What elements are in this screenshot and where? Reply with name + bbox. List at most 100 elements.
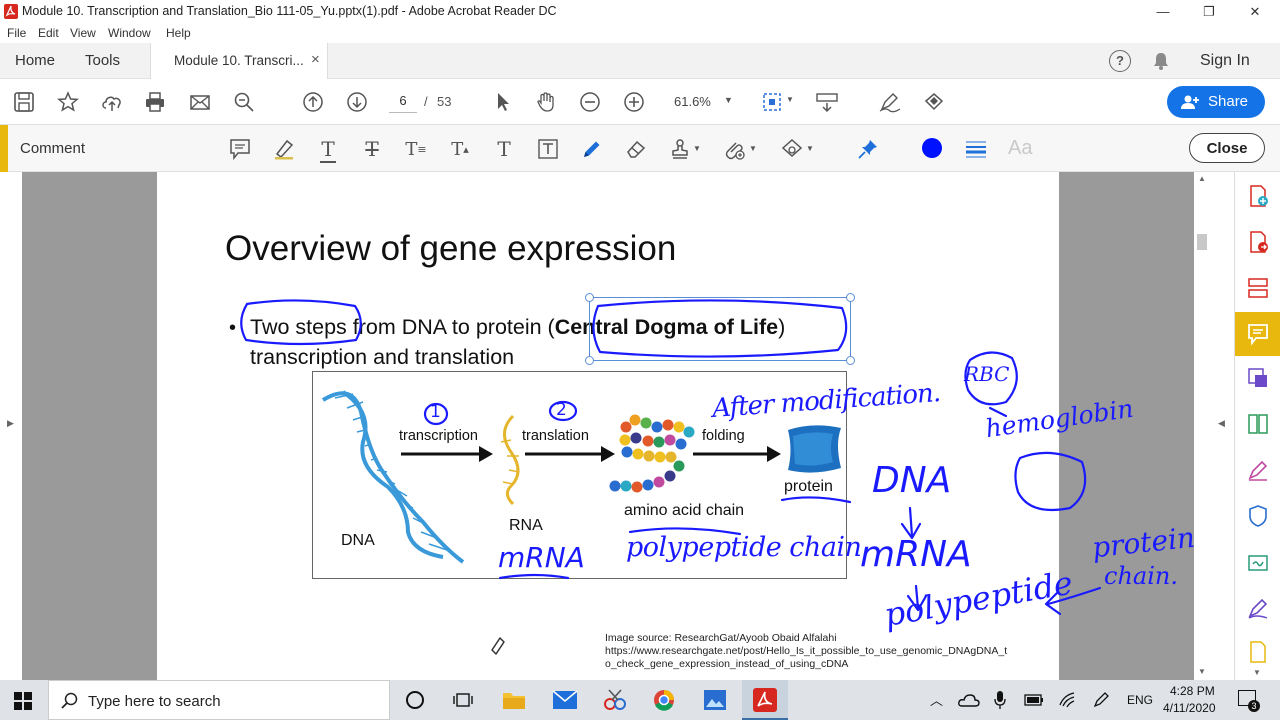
tab-close-icon[interactable]: × <box>311 51 320 68</box>
taskbar-search-box[interactable]: Type here to search <box>48 680 390 720</box>
scroll-down-icon[interactable]: ▼ <box>1198 667 1206 676</box>
shapes-icon[interactable] <box>780 137 804 161</box>
sign-in-link[interactable]: Sign In <box>1200 43 1250 79</box>
tab-tools[interactable]: Tools <box>85 43 120 79</box>
line-thickness-icon[interactable] <box>964 137 988 161</box>
attach-dropdown-icon[interactable]: ▼ <box>749 144 757 153</box>
create-pdf-icon[interactable] <box>1246 184 1270 208</box>
stamp-icon[interactable] <box>668 137 692 161</box>
microphone-icon[interactable] <box>994 690 1006 710</box>
draw-pencil-icon[interactable] <box>580 137 604 161</box>
close-comment-button[interactable]: Close <box>1189 133 1265 163</box>
wifi-icon[interactable] <box>1058 691 1076 709</box>
tab-document[interactable]: Module 10. Transcri... × <box>150 43 328 80</box>
protect-shield-icon[interactable] <box>1246 504 1270 528</box>
sign-icon[interactable] <box>1246 596 1270 620</box>
upload-cloud-icon[interactable] <box>100 90 124 114</box>
scroll-mode-icon[interactable] <box>815 90 839 114</box>
search-icon[interactable] <box>232 90 256 114</box>
save-icon[interactable] <box>12 90 36 114</box>
onedrive-icon[interactable] <box>958 693 980 707</box>
vertical-scrollbar[interactable]: ▲ ▼ <box>1194 172 1210 680</box>
fill-sign-icon[interactable] <box>1246 458 1270 482</box>
menu-window[interactable]: Window <box>108 26 151 40</box>
ink-color-swatch[interactable] <box>922 138 942 158</box>
expand-left-panel-icon[interactable]: ▶ <box>7 418 14 429</box>
label-translation: translation <box>522 428 589 444</box>
ink-text-one: 1 <box>430 402 441 422</box>
show-hidden-icons-chevron[interactable]: ︿ <box>930 690 943 709</box>
selection-handle-bl[interactable] <box>585 356 594 365</box>
windows-start-icon[interactable] <box>14 692 32 710</box>
text-two-steps: Two steps <box>250 315 347 339</box>
zoom-level-select[interactable]: 61.6% ▼ <box>668 93 738 113</box>
email-icon[interactable] <box>188 90 212 114</box>
zoom-out-icon[interactable] <box>578 90 602 114</box>
selection-handle-br[interactable] <box>846 356 855 365</box>
shapes-dropdown-icon[interactable]: ▼ <box>806 144 814 153</box>
notification-bell-icon[interactable] <box>1151 51 1171 71</box>
clock-date[interactable]: 4/11/2020 <box>1163 701 1216 715</box>
hand-tool-icon[interactable] <box>534 90 558 114</box>
fit-page-icon[interactable] <box>760 90 784 114</box>
next-page-icon[interactable] <box>345 90 369 114</box>
eraser-icon[interactable] <box>624 137 648 161</box>
clock-time[interactable]: 4:28 PM <box>1170 684 1215 698</box>
menu-view[interactable]: View <box>70 26 96 40</box>
pin-tool-icon[interactable] <box>856 137 880 161</box>
battery-icon[interactable] <box>1024 694 1044 706</box>
more-tools-icon[interactable] <box>1246 640 1270 664</box>
menu-help[interactable]: Help <box>166 26 191 40</box>
page-number-input[interactable]: 6 <box>389 93 417 113</box>
minimize-button[interactable]: — <box>1140 0 1186 24</box>
task-view-icon[interactable] <box>453 691 473 709</box>
photos-icon[interactable] <box>703 689 727 711</box>
menu-file[interactable]: File <box>7 26 26 40</box>
stamp-tools-icon[interactable] <box>922 90 946 114</box>
language-indicator[interactable]: ENG <box>1127 693 1153 707</box>
highlight-text-icon[interactable] <box>272 137 296 161</box>
previous-page-icon[interactable] <box>301 90 325 114</box>
snip-sketch-icon[interactable] <box>602 688 628 712</box>
file-explorer-icon[interactable] <box>502 689 526 711</box>
export-pdf-icon[interactable] <box>1246 230 1270 254</box>
fit-page-dropdown-icon[interactable]: ▼ <box>786 95 794 104</box>
help-icon[interactable]: ? <box>1109 50 1131 72</box>
mail-icon[interactable] <box>552 690 578 710</box>
sticky-note-icon[interactable] <box>228 137 252 161</box>
selection-handle-tr[interactable] <box>846 293 855 302</box>
selection-handle-tl[interactable] <box>585 293 594 302</box>
share-button[interactable]: Share <box>1167 86 1265 118</box>
annotation-selection-box[interactable] <box>589 297 851 361</box>
organize-pages-icon[interactable] <box>1246 276 1270 300</box>
scroll-thumb[interactable] <box>1197 234 1207 250</box>
strikethrough-icon[interactable]: T <box>360 137 384 161</box>
comment-panel-active[interactable] <box>1235 312 1280 356</box>
sign-pen-icon[interactable] <box>878 90 902 114</box>
menu-edit[interactable]: Edit <box>38 26 59 40</box>
close-window-button[interactable]: ✕ <box>1232 0 1278 24</box>
bookmark-star-icon[interactable] <box>56 90 80 114</box>
underline-text-icon[interactable]: T <box>316 137 340 161</box>
add-text-icon[interactable]: T <box>492 137 516 161</box>
zoom-in-icon[interactable] <box>622 90 646 114</box>
collapse-right-panel-icon[interactable]: ◀ <box>1218 418 1225 429</box>
scroll-up-icon[interactable]: ▲ <box>1198 174 1206 183</box>
combine-files-icon[interactable] <box>1246 412 1270 436</box>
send-for-signature-icon[interactable] <box>1246 550 1270 574</box>
replace-text-icon[interactable]: T ≡ <box>404 137 428 161</box>
insert-text-icon[interactable]: T ▴ <box>448 137 472 161</box>
panel-scroll-down-icon[interactable]: ▼ <box>1253 668 1261 677</box>
print-icon[interactable] <box>143 90 167 114</box>
pen-workspace-icon[interactable] <box>1092 691 1110 709</box>
tab-home[interactable]: Home <box>15 43 55 79</box>
maximize-button[interactable]: ❐ <box>1186 0 1232 24</box>
edit-pdf-icon[interactable] <box>1246 366 1270 390</box>
cortana-icon[interactable] <box>406 691 424 709</box>
text-box-icon[interactable] <box>536 137 560 161</box>
stamp-dropdown-icon[interactable]: ▼ <box>693 144 701 153</box>
attach-file-icon[interactable] <box>722 137 746 161</box>
select-cursor-icon[interactable] <box>491 90 515 114</box>
acrobat-taskbar-active[interactable] <box>742 680 788 720</box>
chrome-icon[interactable] <box>653 689 675 711</box>
